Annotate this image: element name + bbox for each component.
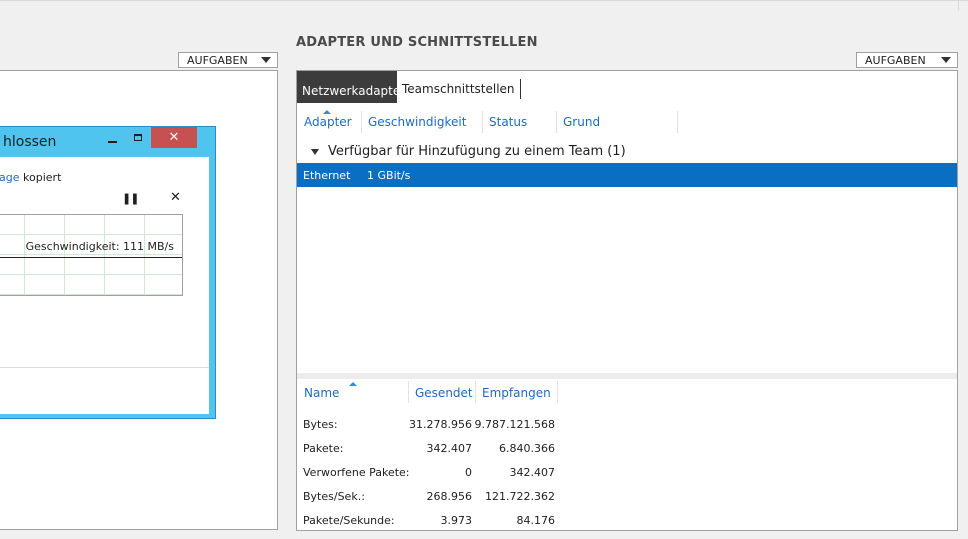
- top-divider: [0, 0, 968, 1]
- tasks-dropdown-right[interactable]: AUFGABEN: [856, 52, 958, 68]
- stat-name: Bytes:: [303, 418, 338, 431]
- adapters-panel: Netzwerkadapter Teamschnittstellen Adapt…: [296, 70, 958, 531]
- top-divider-notch: [958, 0, 959, 10]
- col-header-received[interactable]: Empfangen: [482, 386, 551, 400]
- section-title: ADAPTER UND SCHNITTSTELLEN: [296, 35, 538, 50]
- collapse-icon: [311, 148, 319, 155]
- copy-status-suffix: kopiert: [19, 171, 62, 184]
- col-header-status[interactable]: Status: [489, 115, 527, 129]
- column-divider: [408, 381, 409, 403]
- stat-received: 121.722.362: [485, 490, 555, 503]
- tasks-label: AUFGABEN: [865, 53, 926, 67]
- chevron-down-icon: [941, 57, 951, 63]
- column-divider: [361, 111, 362, 133]
- stat-received: 9.787.121.568: [474, 418, 555, 431]
- speed-label: Geschwindigkeit: 111 MB/s: [25, 240, 174, 253]
- stat-sent: 0: [465, 466, 472, 479]
- pause-icon[interactable]: ❚❚: [122, 192, 139, 205]
- column-divider: [557, 381, 558, 403]
- close-icon: ✕: [168, 130, 180, 145]
- column-divider: [482, 111, 483, 133]
- maximize-button[interactable]: [125, 127, 151, 148]
- stat-received: 6.840.366: [499, 442, 555, 455]
- destination-link[interactable]: blage: [0, 171, 20, 184]
- col-header-sent[interactable]: Gesendet: [415, 386, 473, 400]
- speed-line: [0, 257, 182, 258]
- stat-sent: 31.278.956: [409, 418, 472, 431]
- pane-splitter[interactable]: [297, 373, 957, 379]
- chevron-down-icon: [261, 57, 271, 63]
- stat-name: Pakete:: [303, 442, 344, 455]
- column-divider: [556, 111, 557, 133]
- stat-name: Verworfene Pakete:: [303, 466, 410, 479]
- stat-received: 342.407: [509, 466, 556, 479]
- stat-received: 84.176: [516, 514, 556, 527]
- dialog-divider: [0, 367, 209, 368]
- stat-sent: 3.973: [440, 514, 473, 527]
- adapter-speed: 1 GBit/s: [367, 169, 411, 182]
- cancel-copy-icon[interactable]: ✕: [170, 190, 181, 205]
- dialog-title: hlossen: [3, 134, 57, 150]
- tasks-dropdown-left[interactable]: AUFGABEN: [178, 52, 278, 68]
- close-button[interactable]: ✕: [151, 127, 197, 148]
- adapter-name: Ethernet: [303, 169, 351, 182]
- col-header-adapter[interactable]: Adapter: [304, 115, 352, 129]
- group-label: Verfügbar für Hinzufügung zu einem Team …: [328, 144, 626, 159]
- copy-progress-dialog[interactable]: hlossen ✕ blage kopiert ❚❚ ✕ Geschwindig…: [0, 126, 216, 419]
- stat-sent: 342.407: [426, 442, 473, 455]
- sort-ascending-icon: [349, 382, 357, 386]
- group-header[interactable]: Verfügbar für Hinzufügung zu einem Team …: [311, 144, 626, 159]
- transfer-speed-graph: Geschwindigkeit: 111 MB/s: [0, 214, 183, 296]
- table-row[interactable]: Ethernet 1 GBit/s: [297, 163, 957, 187]
- tab-network-adapters[interactable]: Netzwerkadapter: [297, 71, 405, 103]
- maximize-icon: [134, 134, 142, 141]
- tab-strip: Netzwerkadapter Teamschnittstellen: [297, 71, 521, 103]
- tab-team-interfaces[interactable]: Teamschnittstellen: [397, 79, 521, 99]
- sort-ascending-icon: [323, 110, 331, 114]
- stat-name: Bytes/Sek.:: [303, 490, 365, 503]
- column-divider: [677, 111, 678, 133]
- stat-name: Pakete/Sekunde:: [303, 514, 395, 527]
- copy-status-text: blage kopiert: [0, 171, 61, 184]
- col-header-name[interactable]: Name: [304, 386, 339, 400]
- stat-sent: 268.956: [426, 490, 473, 503]
- tasks-label: AUFGABEN: [187, 53, 248, 67]
- minimize-icon: [107, 140, 117, 143]
- col-header-reason[interactable]: Grund: [563, 115, 600, 129]
- column-divider: [475, 381, 476, 403]
- dialog-body: blage kopiert ❚❚ ✕ Geschwindigkeit: 111 …: [0, 157, 209, 414]
- col-header-speed[interactable]: Geschwindigkeit: [368, 115, 466, 129]
- minimize-button[interactable]: [99, 127, 125, 148]
